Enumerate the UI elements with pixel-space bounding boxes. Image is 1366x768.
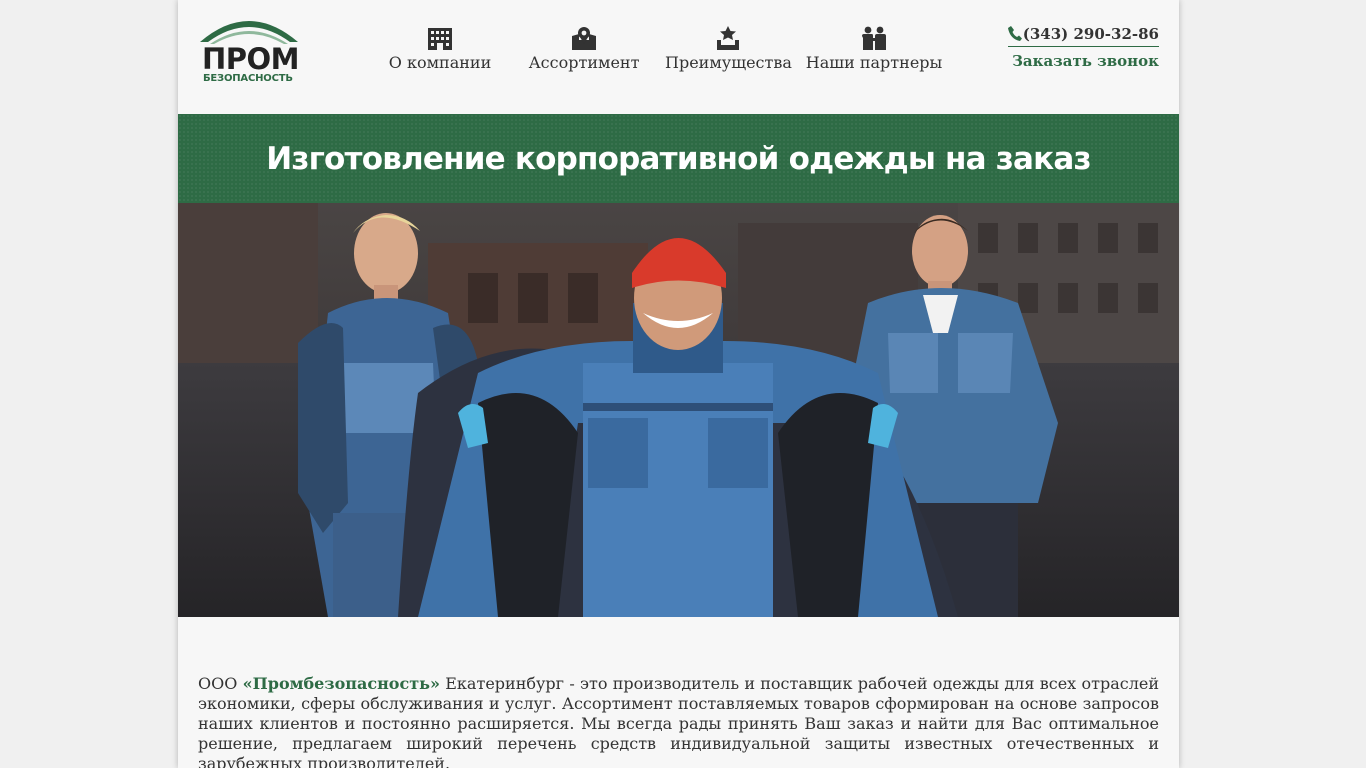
nav-item-label: Наши партнеры <box>805 53 943 72</box>
logo-subtitle: БЕЗОПАСНОСТЬ <box>203 73 293 84</box>
logo-arc-icon <box>200 21 298 44</box>
map-pin-icon <box>572 27 596 50</box>
page-title: Изготовление корпоративной одежды на зак… <box>266 140 1091 177</box>
phone-icon <box>1007 26 1022 41</box>
intro-section: ООО «Промбезопасность» Екатеринбург - эт… <box>198 674 1159 768</box>
nav-item-advantages[interactable]: Преимущества <box>665 26 792 72</box>
award-icon <box>717 26 739 50</box>
nav-item-label: Преимущества <box>665 53 792 72</box>
site-header: ПРОМ БЕЗОПАСНОСТЬ О компании Ассортимент… <box>178 0 1179 114</box>
phone-text: (343) 290-32-86 <box>1022 25 1159 43</box>
callback-link[interactable]: Заказать звонок <box>1008 52 1159 70</box>
site-logo[interactable]: ПРОМ БЕЗОПАСНОСТЬ <box>198 12 300 88</box>
title-banner: Изготовление корпоративной одежды на зак… <box>178 114 1179 203</box>
logo-word: ПРОМ <box>202 42 300 76</box>
building-icon <box>428 28 452 50</box>
phone-number[interactable]: (343) 290-32-86 <box>1007 25 1159 47</box>
intro-paragraph: ООО «Промбезопасность» Екатеринбург - эт… <box>198 674 1159 768</box>
nav-item-assortment[interactable]: Ассортимент <box>523 26 645 72</box>
hero-image <box>178 203 1179 617</box>
header-contact: (343) 290-32-86 Заказать звонок <box>1007 24 1159 70</box>
nav-item-about[interactable]: О компании <box>378 26 502 72</box>
nav-item-partners[interactable]: Наши партнеры <box>804 26 944 72</box>
nav-item-label: Ассортимент <box>528 53 640 72</box>
workwear-photo <box>178 203 1179 617</box>
company-name: «Промбезопасность» <box>242 674 440 693</box>
intro-prefix: ООО <box>198 674 243 693</box>
page-container: ПРОМ БЕЗОПАСНОСТЬ О компании Ассортимент… <box>178 0 1179 768</box>
nav-item-label: О компании <box>388 53 492 72</box>
partners-icon <box>862 26 886 50</box>
